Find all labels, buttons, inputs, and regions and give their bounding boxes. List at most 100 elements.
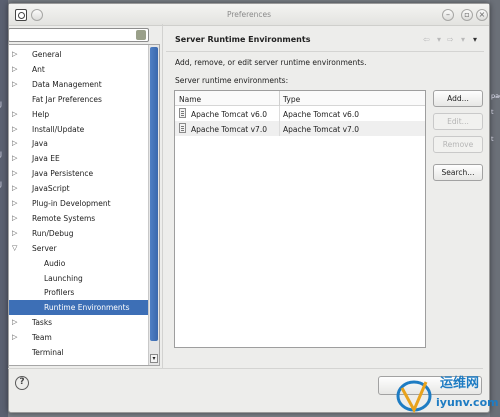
tree-item[interactable]: ▷ Help [9,107,149,122]
tree-item[interactable]: Runtime Environments [9,300,149,316]
tree-item[interactable]: Terminal [9,345,149,360]
runtime-name: Apache Tomcat v6.0 [191,110,267,119]
panel-divider[interactable] [162,24,163,369]
collapsed-arrow-icon[interactable]: ▷ [12,151,17,166]
help-icon[interactable]: ? [15,376,29,390]
table-row[interactable]: Apache Tomcat v7.0 Apache Tomcat v7.0 [175,121,425,136]
collapsed-arrow-icon[interactable]: ▷ [12,330,17,345]
background-app-left: J J J [0,0,8,417]
minimize-button[interactable]: – [442,9,454,21]
page-nav: ⇦ ▾ ⇨ ▾ ▾ [423,35,483,45]
collapsed-arrow-icon[interactable]: ▷ [12,226,17,241]
list-label: Server runtime environments: [175,76,289,85]
back-menu-icon[interactable]: ▾ [437,35,441,44]
tree-item-label: Runtime Environments [44,303,130,313]
column-divider[interactable] [279,91,280,106]
back-icon[interactable]: ⇦ [423,35,430,44]
tree-item-label: Server [32,243,57,253]
tree-item-label: Java EE [32,154,60,164]
bg-text: t [491,135,494,143]
clear-filter-icon[interactable] [136,30,146,40]
tree-item[interactable]: Audio [9,256,149,271]
scrollbar-thumb[interactable] [150,47,158,341]
tree-item-label: Profilers [44,288,75,298]
bottom-separator [8,368,483,369]
maximize-button[interactable]: ▫ [461,9,473,21]
tree-item[interactable]: ▷ JavaScript [9,181,149,196]
tree-item[interactable]: ▷ Data Management [9,77,149,92]
runtime-table[interactable]: Name Type Apache Tomcat v6.0 Apache Tomc… [174,90,426,348]
page-description: Add, remove, or edit server runtime envi… [175,58,367,67]
bg-text: J [0,180,2,188]
tree-item[interactable]: ▷ Java EE [9,151,149,166]
collapsed-arrow-icon[interactable]: ▷ [12,211,17,226]
watermark-logo-icon [396,380,432,414]
collapsed-arrow-icon[interactable]: ▷ [12,47,17,62]
table-row[interactable]: Apache Tomcat v6.0 Apache Tomcat v6.0 [175,106,425,121]
tree-item[interactable]: ▷ Java Persistence [9,166,149,181]
collapsed-arrow-icon[interactable]: ▷ [12,107,17,122]
tree-item[interactable]: ▷ Plug-in Development [9,196,149,211]
tree-item-label: Ant [32,64,45,74]
filter-field[interactable] [8,28,149,42]
tree-item-label: Team [32,333,52,343]
table-header: Name Type [175,91,425,106]
collapsed-arrow-icon[interactable]: ▷ [12,122,17,137]
watermark-url: iyunv.com [436,396,499,409]
search-button[interactable]: Search... [433,164,483,181]
tree-item-label: General [32,50,62,59]
window-title: Preferences [226,10,272,19]
preferences-tree[interactable]: Terminal ▷ Team ▷ Tasks Runtime Environments P… [8,44,160,366]
forward-icon[interactable]: ⇨ [447,35,454,44]
tree-item[interactable]: Fat Jar Preferences [9,92,149,107]
collapsed-arrow-icon[interactable]: ▷ [12,136,17,151]
tree-item[interactable]: ▷ Install/Update [9,122,149,137]
close-button[interactable]: × [476,9,488,21]
tree-item-label: Help [32,109,50,119]
collapsed-arrow-icon[interactable]: ▷ [12,196,17,211]
bg-text: t [491,108,494,116]
tree-item[interactable]: ▷ Tasks [9,315,149,330]
collapsed-arrow-icon[interactable]: ▷ [12,62,17,77]
view-menu-icon[interactable]: ▾ [473,35,477,44]
tree-item-label: Run/Debug [32,228,74,238]
tree-item[interactable]: Profilers [9,285,149,300]
add-button[interactable]: Add... [433,90,483,107]
tree-item-label: Data Management [32,79,102,89]
site-watermark: 运维网 iyunv.com [392,370,499,414]
forward-menu-icon[interactable]: ▾ [461,35,465,44]
scroll-down-icon[interactable]: ▾ [150,354,158,363]
collapsed-arrow-icon[interactable]: ▷ [12,181,17,196]
runtime-icon [179,123,186,133]
runtime-icon [179,108,186,118]
tree-item[interactable]: ▷ Remote Systems [9,211,149,226]
collapsed-arrow-icon[interactable]: ▷ [12,166,17,181]
tree-item[interactable]: Launching [9,271,149,286]
tree-item-label: Audio [44,258,66,268]
expanded-arrow-icon[interactable]: ▽ [12,241,17,256]
page-title: Server Runtime Environments [175,35,311,44]
runtime-type: Apache Tomcat v6.0 [283,110,359,119]
tree-item-label: JavaScript [32,184,70,194]
tree-scrollbar[interactable]: ▾ [148,45,159,365]
tree-item[interactable]: ▷ Ant [9,62,149,77]
remove-button[interactable]: Remove [433,136,483,153]
tree-item-label: Java [32,139,48,149]
collapsed-arrow-icon[interactable]: ▷ [12,77,17,92]
tree-item-label: Remote Systems [32,213,96,223]
filter-input[interactable] [9,29,133,41]
tree-item[interactable]: ▷ Run/Debug [9,226,149,241]
tree-item[interactable]: ▽ Server [9,241,149,256]
bg-text: J [0,100,2,108]
runtime-type: Apache Tomcat v7.0 [283,125,359,134]
column-header-name[interactable]: Name [179,95,201,104]
edit-button[interactable]: Edit... [433,113,483,130]
bg-text: pag [491,92,500,100]
tree-item[interactable]: ▷ General [9,47,149,62]
tree-item-label: Terminal [32,348,64,357]
collapsed-arrow-icon[interactable]: ▷ [12,315,17,330]
column-header-type[interactable]: Type [283,95,300,104]
tree-item[interactable]: ▷ Java [9,136,149,151]
tree-item[interactable]: ▷ Team [9,330,149,345]
cell-divider [279,106,280,121]
